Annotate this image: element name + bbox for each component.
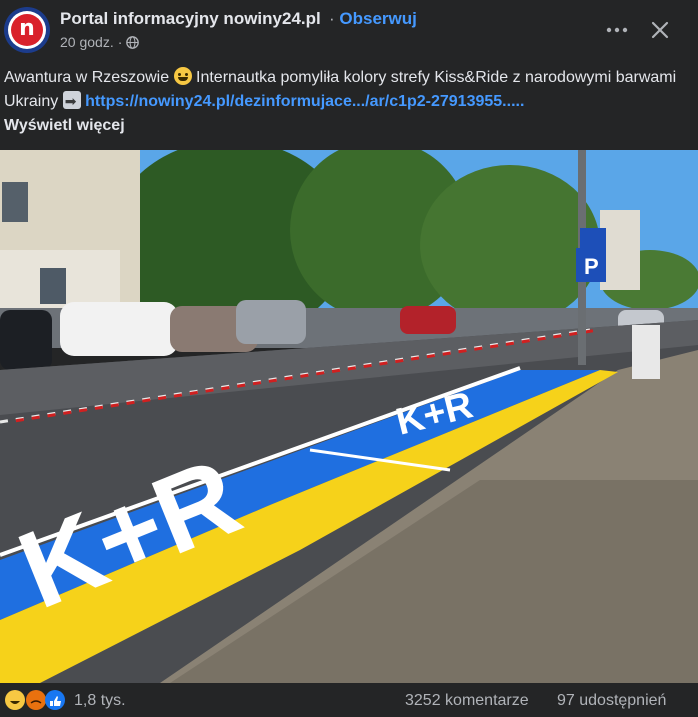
photo-tree — [420, 165, 600, 325]
shares-count[interactable]: 97 udostępnień — [557, 692, 666, 710]
globe-icon — [126, 35, 140, 49]
grinning-sweat-emoji-icon — [173, 67, 192, 85]
photo-car-red — [400, 306, 456, 334]
follow-wrap: · Obserwuj — [329, 9, 417, 29]
photo-fence — [632, 325, 660, 379]
photo-parking-sign-letter: P — [584, 254, 599, 279]
photo-building-window — [2, 182, 28, 222]
laugh-reaction-icon — [5, 690, 25, 710]
article-link[interactable]: https://nowiny24.pl/dezinformujace.../ar… — [85, 93, 524, 110]
reactions-count[interactable]: 1,8 tys. — [74, 692, 126, 710]
post-meta: 20 godz. · — [60, 34, 140, 50]
post-header: n Portal informacyjny nowiny24.pl · Obse… — [0, 0, 698, 62]
page-avatar[interactable]: n — [4, 7, 50, 53]
time-separator: · — [117, 34, 123, 50]
photo-car-dark — [0, 310, 52, 370]
close-icon[interactable] — [648, 18, 672, 42]
post-time[interactable]: 20 godz. — [60, 34, 114, 50]
post-text-part-1: Awantura w Rzeszowie — [4, 69, 174, 86]
post-text: Awantura w Rzeszowie Internautka pomylił… — [4, 66, 692, 138]
photo-car-grey — [236, 300, 306, 344]
avatar-logo: n — [11, 14, 43, 46]
angry-reaction-icon — [26, 690, 46, 710]
see-more-button[interactable]: Wyświetl więcej — [4, 117, 125, 134]
right-arrow-emoji-icon — [62, 90, 81, 114]
photo-building-window — [40, 268, 66, 304]
post-footer: 1,8 tys. 3252 komentarze 97 udostępnień — [0, 684, 698, 717]
page-name-link[interactable]: Portal informacyjny nowiny24.pl — [60, 9, 321, 29]
reactions-icons[interactable] — [4, 689, 66, 711]
more-options-icon[interactable] — [604, 22, 630, 38]
photo-car-white — [60, 302, 178, 356]
photo-kiss-ride-sign — [580, 228, 606, 248]
separator-dot: · — [329, 9, 340, 28]
follow-button[interactable]: Obserwuj — [339, 9, 416, 28]
post-photo[interactable]: K+R K+R P — [0, 150, 698, 683]
comments-count[interactable]: 3252 komentarze — [405, 692, 529, 710]
